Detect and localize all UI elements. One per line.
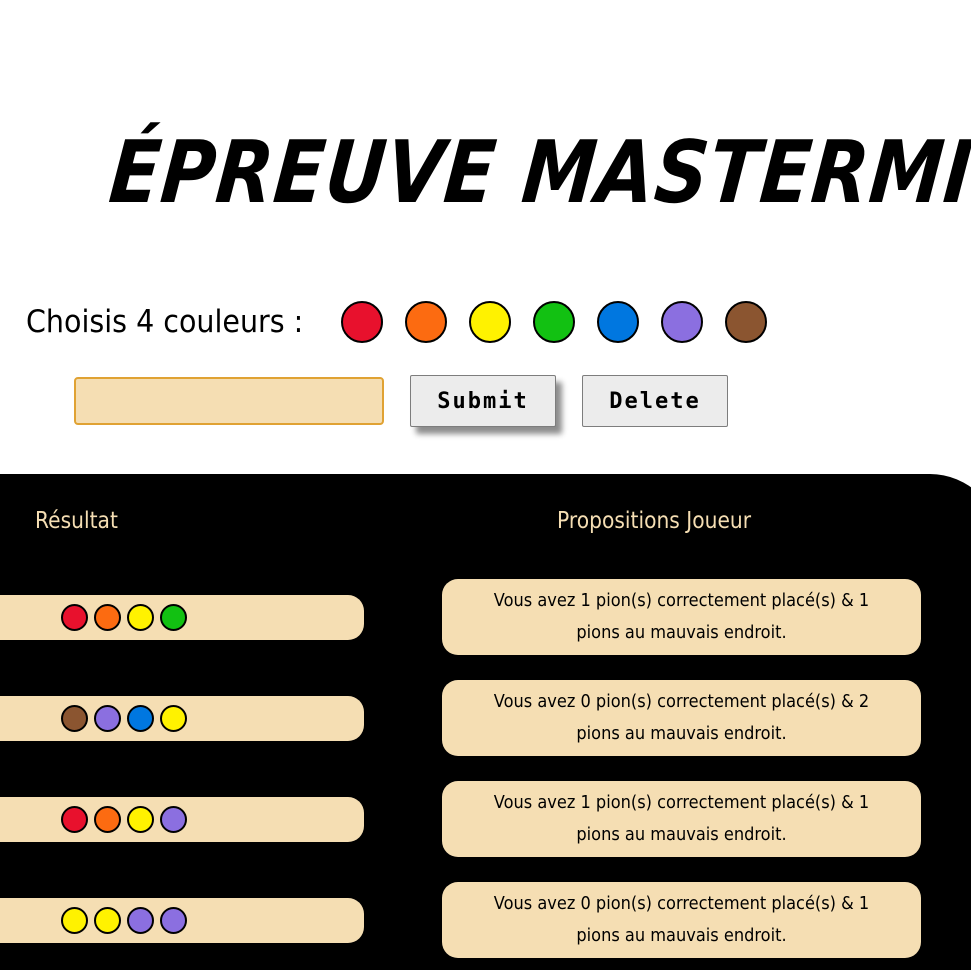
color-chooser-label: Choisis 4 couleurs : [26, 304, 304, 340]
feedback-text: Vous avez 0 pion(s) correctement placé(s… [493, 691, 870, 744]
peg [127, 705, 154, 732]
peg [127, 806, 154, 833]
guess-input[interactable] [74, 377, 384, 425]
color-swatches [341, 301, 768, 343]
feedback-text: Vous avez 1 pion(s) correctement placé(s… [493, 792, 870, 845]
peg [94, 604, 121, 631]
peg [61, 705, 88, 732]
guess-row-3 [0, 797, 364, 842]
peg [61, 907, 88, 934]
peg [160, 907, 187, 934]
feedback-box-3: Vous avez 1 pion(s) correctement placé(s… [442, 781, 921, 857]
guess-row-4 [0, 898, 364, 943]
peg [160, 604, 187, 631]
peg [94, 806, 121, 833]
color-swatch-purple[interactable] [661, 301, 704, 343]
page-title: ÉPREUVE MASTERMIND [105, 123, 971, 223]
feedback-box-2: Vous avez 0 pion(s) correctement placé(s… [442, 680, 921, 756]
peg [94, 907, 121, 934]
peg [61, 604, 88, 631]
delete-button[interactable]: Delete [582, 375, 728, 427]
feedback-text: Vous avez 1 pion(s) correctement placé(s… [493, 590, 870, 643]
peg [127, 907, 154, 934]
mastermind-page: ÉPREUVE MASTERMIND Choisis 4 couleurs : … [0, 0, 971, 970]
color-swatch-brown[interactable] [725, 301, 768, 343]
color-swatch-blue[interactable] [597, 301, 640, 343]
peg [94, 705, 121, 732]
result-column-header: Résultat [35, 508, 118, 534]
color-swatch-yellow[interactable] [469, 301, 512, 343]
guess-row-2 [0, 696, 364, 741]
peg [127, 604, 154, 631]
proposals-column-header: Propositions Joueur [557, 508, 752, 534]
color-swatch-green[interactable] [533, 301, 576, 343]
submit-button[interactable]: Submit [410, 375, 556, 427]
guess-form: Submit Delete [74, 375, 728, 427]
color-chooser: Choisis 4 couleurs : [26, 296, 768, 348]
feedback-box-4: Vous avez 0 pion(s) correctement placé(s… [442, 882, 921, 958]
color-swatch-orange[interactable] [405, 301, 448, 343]
guess-row-1 [0, 595, 364, 640]
peg [160, 806, 187, 833]
feedback-text: Vous avez 0 pion(s) correctement placé(s… [493, 893, 870, 946]
feedback-box-1: Vous avez 1 pion(s) correctement placé(s… [442, 579, 921, 655]
peg [160, 705, 187, 732]
color-swatch-red[interactable] [341, 301, 384, 343]
peg [61, 806, 88, 833]
